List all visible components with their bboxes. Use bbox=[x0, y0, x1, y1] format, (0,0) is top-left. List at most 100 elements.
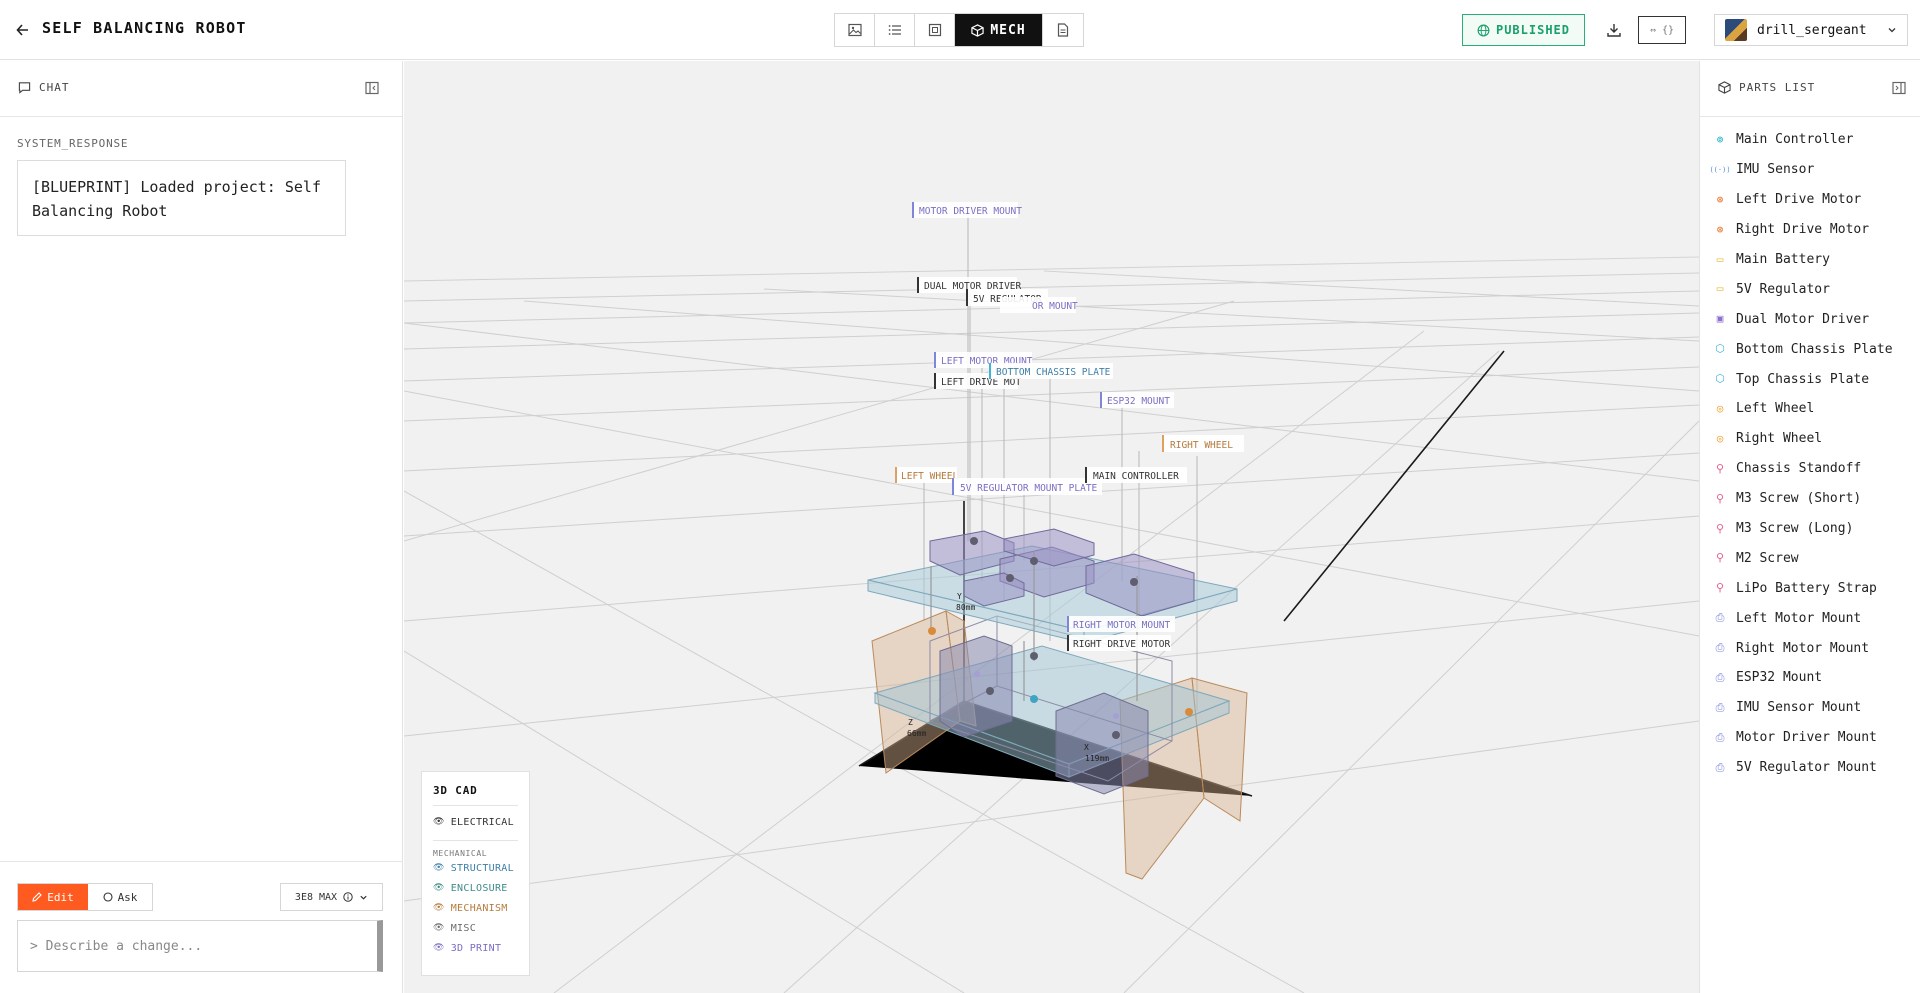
svg-text:RIGHT WHEEL: RIGHT WHEEL bbox=[1170, 440, 1233, 451]
part-label: Main Battery bbox=[1736, 252, 1830, 267]
system-response-label: SYSTEM_RESPONSE bbox=[17, 137, 129, 150]
chat-panel: CHAT SYSTEM_RESPONSE [BLUEPRINT] Loaded … bbox=[0, 61, 403, 993]
parts-list: ⊚ Main Controller ((·)) IMU Sensor ⊛ Left Dri… bbox=[1700, 125, 1920, 783]
label-main-controller[interactable]: MAIN CONTROLLER bbox=[1085, 467, 1187, 483]
edit-mode-button[interactable]: Edit bbox=[18, 884, 88, 910]
part-label: 5V Regulator Mount bbox=[1736, 760, 1877, 776]
embed-code-button[interactable]: ⇔ {} bbox=[1638, 16, 1686, 44]
part-label: IMU Sensor bbox=[1736, 162, 1815, 178]
download-button[interactable] bbox=[1600, 16, 1628, 44]
wrench-icon: ⚲ bbox=[1715, 581, 1725, 595]
image-view-button[interactable] bbox=[835, 14, 875, 46]
part-item-motor-driver-mount[interactable]: ⎙ Motor Driver Mount bbox=[1700, 723, 1920, 753]
part-item-m2-screw[interactable]: ⚲ M2 Screw bbox=[1700, 543, 1920, 573]
globe-icon bbox=[1477, 24, 1490, 36]
wrench-icon: ⚲ bbox=[1715, 461, 1725, 475]
edit-mode-label: Edit bbox=[47, 890, 74, 904]
motor-icon: ⊛ bbox=[1716, 222, 1724, 236]
svg-text:ESP32 MOUNT: ESP32 MOUNT bbox=[1107, 396, 1170, 407]
printer-icon: ⎙ bbox=[1715, 641, 1725, 655]
label-right-wheel[interactable]: RIGHT WHEEL bbox=[1162, 435, 1244, 452]
axis-z-label: Z bbox=[908, 718, 913, 727]
mode-toggle: Edit Ask bbox=[17, 883, 153, 911]
part-item-top-chassis-plate[interactable]: ⬡ Top Chassis Plate bbox=[1700, 364, 1920, 394]
part-item-right-drive-motor[interactable]: ⊛ Right Drive Motor bbox=[1700, 215, 1920, 245]
layer-toggle-mechanism[interactable]: 👁 MECHANISM bbox=[433, 898, 518, 918]
part-item-right-motor-mount[interactable]: ⎙ Right Motor Mount bbox=[1700, 633, 1920, 663]
chat-title: CHAT bbox=[18, 81, 70, 94]
chip-icon: ⊚ bbox=[1716, 132, 1724, 146]
circuit-icon bbox=[928, 23, 941, 37]
change-description-input[interactable] bbox=[17, 920, 383, 972]
image-icon bbox=[847, 23, 862, 37]
label-imu-mount[interactable]: OR MOUNT bbox=[1000, 297, 1078, 313]
part-item-left-motor-mount[interactable]: ⎙ Left Motor Mount bbox=[1700, 603, 1920, 633]
label-left-wheel[interactable]: LEFT WHEEL bbox=[895, 467, 958, 483]
list-view-button[interactable] bbox=[875, 14, 915, 46]
label-right-motor-mount[interactable]: RIGHT MOTOR MOUNT bbox=[1067, 616, 1175, 632]
label-bottom-chassis-plate[interactable]: BOTTOM CHASSIS PLATE bbox=[989, 363, 1113, 379]
layer-toggle-structural[interactable]: 👁 STRUCTURAL bbox=[433, 858, 518, 878]
layer-toggle-misc[interactable]: 👁 MISC bbox=[433, 918, 518, 938]
part-label: Right Motor Mount bbox=[1736, 640, 1870, 656]
model-select[interactable]: 3E8 MAX bbox=[280, 883, 383, 911]
label-motor-driver-mount[interactable]: MOTOR DRIVER MOUNT bbox=[912, 202, 1022, 218]
part-item-esp32-mount[interactable]: ⎙ ESP32 Mount bbox=[1700, 663, 1920, 693]
part-item-m3-screw-short[interactable]: ⚲ M3 Screw (Short) bbox=[1700, 484, 1920, 514]
part-item-dual-motor-driver[interactable]: ▣ Dual Motor Driver bbox=[1700, 304, 1920, 334]
parts-title: PARTS LIST bbox=[1718, 81, 1815, 94]
user-menu[interactable]: drill_sergeant bbox=[1714, 14, 1908, 46]
part-label: M2 Screw bbox=[1736, 550, 1799, 566]
part-item-m3-screw-long[interactable]: ⚲ M3 Screw (Long) bbox=[1700, 514, 1920, 544]
chat-bubble-icon bbox=[103, 892, 113, 902]
eye-icon: 👁 bbox=[433, 943, 445, 953]
back-arrow-icon[interactable] bbox=[16, 18, 38, 42]
part-label: Left Wheel bbox=[1736, 401, 1815, 417]
layer-toggle-enclosure[interactable]: 👁 ENCLOSURE bbox=[433, 878, 518, 898]
part-item-right-wheel[interactable]: ◎ Right Wheel bbox=[1700, 424, 1920, 454]
layer-visibility-panel: 3D CAD 👁 ELECTRICAL MECHANICAL 👁 STRUCTUR… bbox=[421, 771, 530, 976]
part-item-lipo-battery-strap[interactable]: ⚲ LiPo Battery Strap bbox=[1700, 573, 1920, 603]
published-badge[interactable]: PUBLISHED bbox=[1462, 14, 1585, 46]
label-esp32-mount[interactable]: ESP32 MOUNT bbox=[1100, 392, 1174, 408]
part-item-imu-sensor-mount[interactable]: ⎙ IMU Sensor Mount bbox=[1700, 693, 1920, 723]
mech-view-button[interactable]: MECH bbox=[955, 14, 1043, 46]
part-item-left-wheel[interactable]: ◎ Left Wheel bbox=[1700, 394, 1920, 424]
part-item-5v-regulator[interactable]: ▭ 5V Regulator bbox=[1700, 274, 1920, 304]
label-regulator-mount-plate[interactable]: 5V REGULATOR MOUNT PLATE bbox=[952, 478, 1102, 495]
printer-icon: ⎙ bbox=[1715, 730, 1725, 744]
board-icon: ▣ bbox=[1716, 312, 1724, 326]
printer-icon: ⎙ bbox=[1715, 760, 1725, 774]
label-right-drive-motor[interactable]: RIGHT DRIVE MOTOR bbox=[1067, 635, 1171, 651]
chevron-down-icon bbox=[1888, 28, 1896, 33]
list-icon bbox=[888, 25, 901, 35]
wrench-icon: ⚲ bbox=[1715, 551, 1725, 565]
part-item-main-controller[interactable]: ⊚ Main Controller bbox=[1700, 125, 1920, 155]
collapse-panel-icon[interactable] bbox=[1891, 80, 1907, 96]
layer-toggle-3d-print[interactable]: 👁 3D PRINT bbox=[433, 938, 518, 958]
collapse-panel-icon[interactable] bbox=[364, 80, 380, 96]
svg-text:MOTOR DRIVER MOUNT: MOTOR DRIVER MOUNT bbox=[919, 206, 1022, 217]
part-item-main-battery[interactable]: ▭ Main Battery bbox=[1700, 245, 1920, 275]
part-item-imu-sensor[interactable]: ((·)) IMU Sensor bbox=[1700, 155, 1920, 185]
top-header: SELF BALANCING ROBOT MECH PUBLISHED ⇔ {}… bbox=[0, 0, 1920, 60]
battery-icon: ▭ bbox=[1716, 252, 1724, 266]
part-label: LiPo Battery Strap bbox=[1736, 580, 1877, 596]
horizon-fade bbox=[404, 61, 1699, 993]
schematic-view-button[interactable] bbox=[915, 14, 955, 46]
part-label: M3 Screw (Short) bbox=[1736, 491, 1862, 507]
cube-icon bbox=[1718, 81, 1731, 94]
ask-mode-button[interactable]: Ask bbox=[88, 884, 152, 910]
part-item-chassis-standoff[interactable]: ⚲ Chassis Standoff bbox=[1700, 454, 1920, 484]
chat-bubble-icon bbox=[18, 82, 31, 94]
cad-viewport[interactable]: MOTOR DRIVER MOUNT DUAL MOTOR DRIVER 5V … bbox=[404, 61, 1699, 993]
document-view-button[interactable] bbox=[1043, 14, 1083, 46]
part-item-bottom-chassis-plate[interactable]: ⬡ Bottom Chassis Plate bbox=[1700, 334, 1920, 364]
cad-scene[interactable]: MOTOR DRIVER MOUNT DUAL MOTOR DRIVER 5V … bbox=[404, 61, 1699, 993]
eye-icon: 👁 bbox=[433, 883, 445, 893]
power-icon: ▭ bbox=[1716, 282, 1724, 296]
part-item-5v-regulator-mount[interactable]: ⎙ 5V Regulator Mount bbox=[1700, 753, 1920, 783]
eye-icon: 👁 bbox=[433, 817, 445, 827]
layer-toggle-electrical[interactable]: 👁 ELECTRICAL bbox=[433, 812, 518, 832]
part-item-left-drive-motor[interactable]: ⊛ Left Drive Motor bbox=[1700, 185, 1920, 215]
